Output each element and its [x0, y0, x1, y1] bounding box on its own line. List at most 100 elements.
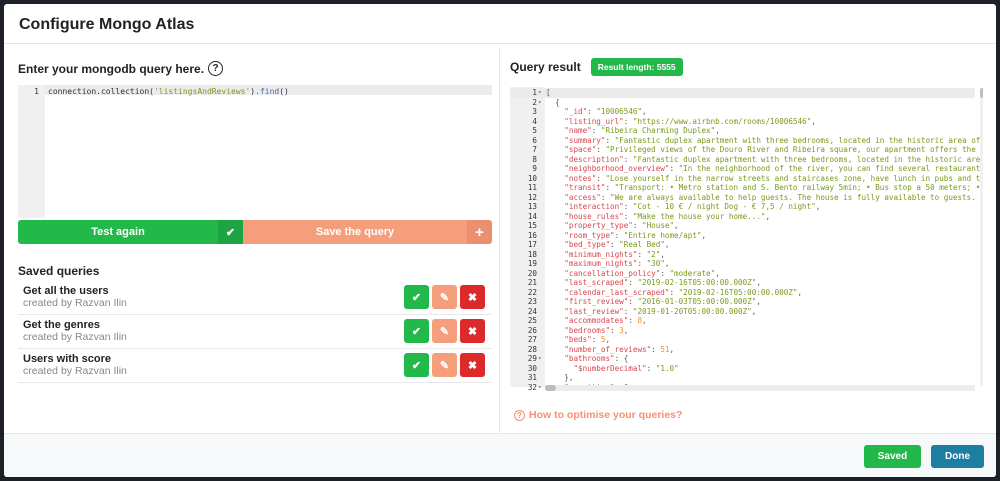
result-line: 11 "transit": "Transport: • Metro statio…	[510, 183, 975, 193]
code-token: "cancellation_policy"	[564, 269, 660, 278]
edit-query-pencil-icon[interactable]: ✎	[432, 353, 457, 377]
code-token: "In the neighborhood of the river, you c…	[679, 164, 981, 173]
line-number: 21	[510, 278, 537, 288]
line-text: "summary": "Fantastic duplex apartment w…	[546, 136, 980, 146]
code-token: "Real Bed"	[619, 240, 665, 249]
code-token: : {	[615, 354, 629, 363]
saved-queries-title: Saved queries	[18, 264, 99, 278]
delete-query-x-icon[interactable]: ✖	[460, 353, 485, 377]
code-token: "2019-01-20T05:00:00.000Z"	[633, 307, 752, 316]
edit-query-pencil-icon[interactable]: ✎	[432, 319, 457, 343]
code-token: "accommodates"	[564, 316, 628, 325]
check-icon[interactable]: ✔	[218, 220, 243, 244]
code-token: "House"	[642, 221, 674, 230]
horizontal-scrollbar[interactable]	[545, 385, 975, 391]
line-number: 29	[510, 354, 537, 364]
delete-query-x-icon[interactable]: ✖	[460, 285, 485, 309]
code-token: "transit"	[564, 183, 605, 192]
result-line: 19 "maximum_nights": "30",	[510, 259, 975, 269]
code-token: "Fantastic duplex apartment with three b…	[633, 155, 980, 164]
run-query-check-icon[interactable]: ✔	[404, 353, 429, 377]
code-token	[546, 259, 564, 268]
help-icon[interactable]: ?	[208, 61, 223, 76]
code-token	[546, 212, 564, 221]
saved-query-item: Get all the users created by Razvan Ilin…	[18, 281, 492, 315]
optimise-queries-link[interactable]: ? How to optimise your queries?	[514, 409, 682, 421]
line-number: 4	[510, 117, 537, 127]
run-query-check-icon[interactable]: ✔	[404, 319, 429, 343]
code-token: "notes"	[564, 174, 596, 183]
result-label: Query result	[510, 60, 581, 74]
line-text: "room_type": "Entire home/apt",	[546, 231, 706, 241]
result-line: 2▾ {	[510, 98, 975, 108]
line-number: 17	[510, 240, 537, 250]
save-query-button[interactable]: Save the query	[243, 220, 467, 244]
fold-arrow-icon[interactable]: ▾	[538, 98, 542, 108]
code-token: :	[592, 126, 601, 135]
vertical-scrollbar[interactable]	[980, 88, 983, 386]
code-token: [	[546, 88, 551, 97]
line-number: 9	[510, 164, 537, 174]
code-token: ,	[669, 345, 674, 354]
scroll-thumb[interactable]	[545, 385, 556, 391]
code-token: ,	[756, 297, 761, 306]
query-name: Users with score	[23, 353, 111, 365]
query-panel: Enter your mongodb query here. ? 1 conne…	[18, 44, 492, 433]
query-author: created by Razvan Ilin	[23, 331, 127, 343]
test-again-button[interactable]: Test again	[18, 220, 218, 244]
code-token: ,	[660, 250, 665, 259]
code-token	[546, 117, 564, 126]
code-token: :	[651, 345, 660, 354]
code-token: "room_type"	[564, 231, 614, 240]
code-token: ,	[665, 259, 670, 268]
line-text: "interaction": "Cot - 10 € / night Dog -…	[546, 202, 820, 212]
line-number: 23	[510, 297, 537, 307]
code-token: "2016-01-03T05:00:00.000Z"	[637, 297, 756, 306]
code-token	[546, 345, 564, 354]
code-token: {	[546, 98, 560, 107]
run-query-check-icon[interactable]: ✔	[404, 285, 429, 309]
code-token: ()	[279, 87, 289, 96]
result-line: 21 "last_scraped": "2019-02-16T05:00:00.…	[510, 278, 975, 288]
code-token	[546, 250, 564, 259]
done-button[interactable]: Done	[931, 445, 984, 468]
edit-query-pencil-icon[interactable]: ✎	[432, 285, 457, 309]
optimise-link-text[interactable]: How to optimise your queries?	[529, 409, 682, 421]
query-actions: Test again ✔ Save the query +	[18, 220, 492, 244]
line-text: "neighborhood_overview": "In the neighbo…	[546, 164, 980, 174]
line-text: "calendar_last_scraped": "2019-02-16T05:…	[546, 288, 802, 298]
code-token	[546, 335, 564, 344]
line-number: 28	[510, 345, 537, 355]
code-token	[546, 297, 564, 306]
code-token: :	[605, 136, 614, 145]
result-line: 17 "bed_type": "Real Bed",	[510, 240, 975, 250]
code-token: "2"	[647, 250, 661, 259]
query-actions: ✔ ✎ ✖	[404, 285, 485, 309]
code-token: ,	[605, 335, 610, 344]
query-name: Get the genres	[23, 319, 100, 331]
line-number: 14	[510, 212, 537, 222]
line-text: "description": "Fantastic duplex apartme…	[546, 155, 980, 165]
saved-button[interactable]: Saved	[864, 445, 921, 468]
line-text: "last_review": "2019-01-20T05:00:00.000Z…	[546, 307, 756, 317]
line-text: "maximum_nights": "30",	[546, 259, 669, 269]
plus-icon[interactable]: +	[467, 220, 492, 244]
line-number: 16	[510, 231, 537, 241]
result-line: 26 "bedrooms": 3,	[510, 326, 975, 336]
code-token	[546, 269, 564, 278]
line-text: "number_of_reviews": 51,	[546, 345, 674, 355]
result-viewer[interactable]: 1▾[2▾ {3 "_id": "10006546",4 "listing_ur…	[510, 87, 983, 393]
scroll-thumb[interactable]	[980, 88, 983, 98]
query-editor[interactable]: 1 connection.collection('listingsAndRevi…	[18, 85, 492, 218]
result-panel: Query result Result length: 5555 1▾[2▾ {…	[510, 44, 990, 433]
fold-arrow-icon[interactable]: ▾	[538, 88, 542, 98]
code-token: :	[669, 288, 678, 297]
code-token: ,	[642, 107, 647, 116]
fold-arrow-icon[interactable]: ▾	[538, 354, 542, 364]
code-token: "bed_type"	[564, 240, 610, 249]
query-code[interactable]: connection.collection('listingsAndReview…	[48, 87, 289, 96]
code-token: "2019-02-16T05:00:00.000Z"	[637, 278, 756, 287]
fold-arrow-icon[interactable]: ▾	[538, 383, 542, 393]
line-number: 1	[34, 87, 39, 96]
delete-query-x-icon[interactable]: ✖	[460, 319, 485, 343]
